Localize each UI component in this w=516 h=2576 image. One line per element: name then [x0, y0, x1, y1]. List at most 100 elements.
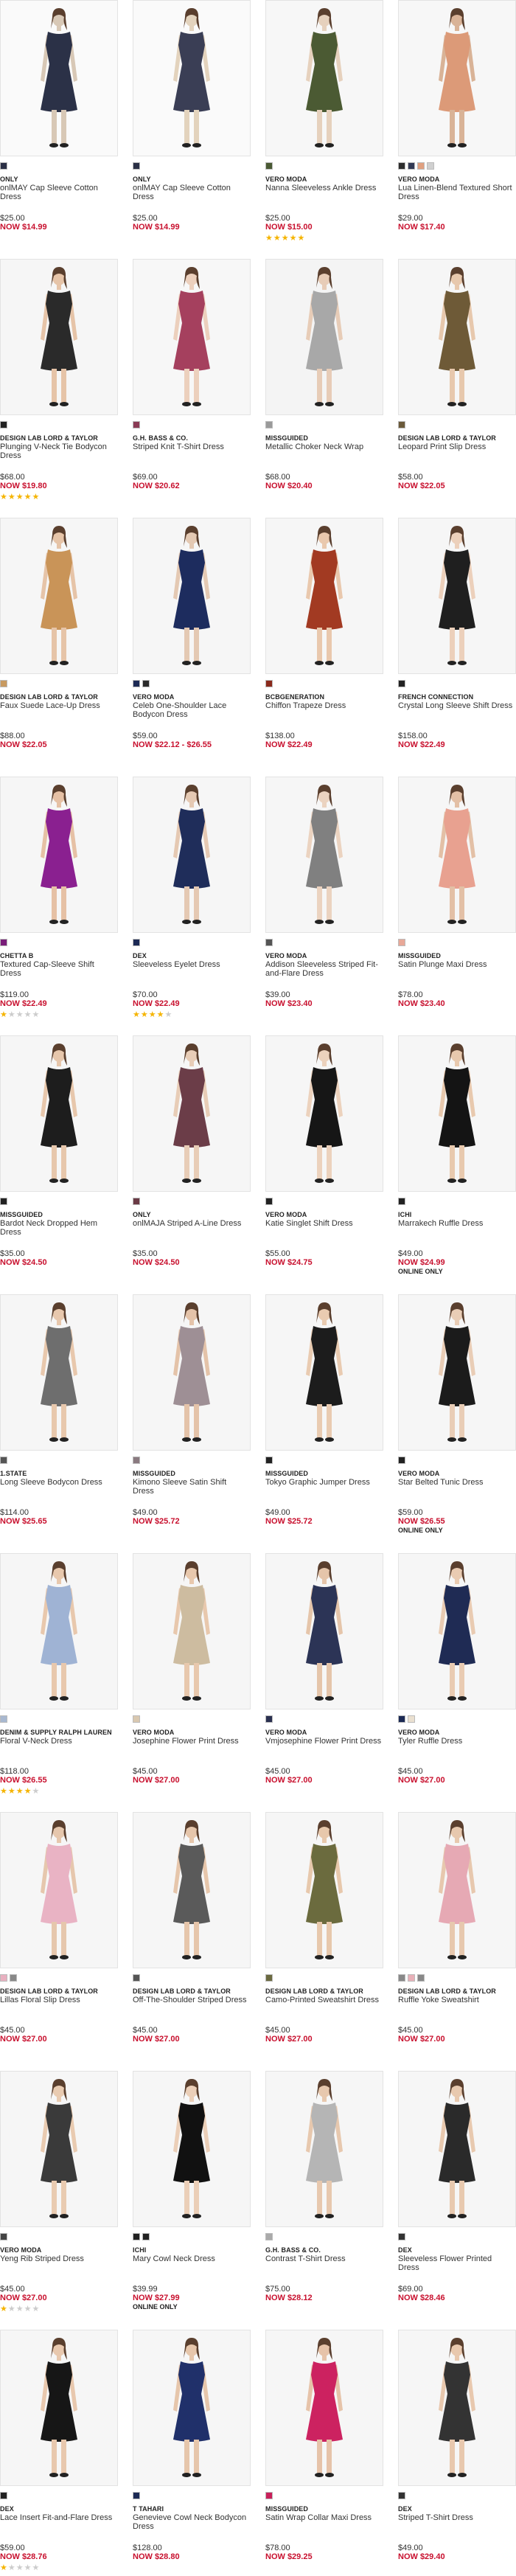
product-card[interactable]: VERO MODA Celeb One-Shoulder Lace Bodycon…: [133, 518, 251, 764]
product-image[interactable]: [265, 1812, 383, 1968]
product-card[interactable]: DEX Sleeveless Flower Printed Dress $69.00…: [398, 2071, 516, 2317]
product-image[interactable]: [398, 0, 516, 156]
product-card[interactable]: 1.STATE Long Sleeve Bodycon Dress $114.00 N…: [0, 1294, 118, 1541]
product-name-link[interactable]: Bardot Neck Dropped Hem Dress: [0, 1219, 116, 1237]
color-swatch[interactable]: [398, 1715, 405, 1723]
color-swatch[interactable]: [427, 162, 434, 170]
product-image[interactable]: [398, 259, 516, 415]
product-name-link[interactable]: Tokyo Graphic Jumper Dress: [265, 1478, 382, 1487]
product-image[interactable]: [398, 777, 516, 933]
product-name-link[interactable]: Vmjosephine Flower Print Dress: [265, 1737, 382, 1746]
color-swatch[interactable]: [417, 1974, 425, 1982]
product-card[interactable]: VERO MODA Josephine Flower Print Dress $45…: [133, 1553, 251, 1799]
color-swatch[interactable]: [0, 1457, 7, 1464]
product-image[interactable]: [0, 259, 118, 415]
product-card[interactable]: MISSGUIDED Satin Wrap Collar Maxi Dress $7…: [265, 2330, 383, 2576]
product-name-link[interactable]: Lua Linen-Blend Textured Short Dress: [398, 184, 515, 201]
product-name-link[interactable]: Kimono Sleeve Satin Shift Dress: [133, 1478, 249, 1496]
product-card[interactable]: VERO MODA Katie Singlet Shift Dress $55.00…: [265, 1035, 383, 1282]
color-swatch[interactable]: [133, 2233, 140, 2240]
color-swatch[interactable]: [265, 162, 273, 170]
product-name-link[interactable]: Nanna Sleeveless Ankle Dress: [265, 184, 382, 192]
color-swatch[interactable]: [265, 421, 273, 428]
product-name-link[interactable]: Genevieve Cowl Neck Bodycon Dress: [133, 2513, 249, 2531]
product-image[interactable]: [133, 259, 251, 415]
color-swatch[interactable]: [265, 939, 273, 946]
product-card[interactable]: ICHI Marrakech Ruffle Dress $49.00 NOW $24.…: [398, 1035, 516, 1282]
product-card[interactable]: DEX Striped T-Shirt Dress $49.00 NOW $29.40: [398, 2330, 516, 2576]
product-image[interactable]: [265, 777, 383, 933]
color-swatch[interactable]: [398, 2233, 405, 2240]
product-card[interactable]: ONLY onlMAY Cap Sleeve Cotton Dress $25.00…: [0, 0, 118, 246]
product-card[interactable]: VERO MODA Addison Sleeveless Striped Fit-…: [265, 777, 383, 1023]
product-image[interactable]: [265, 0, 383, 156]
color-swatch[interactable]: [265, 1715, 273, 1723]
product-image[interactable]: [265, 518, 383, 674]
product-name-link[interactable]: Long Sleeve Bodycon Dress: [0, 1478, 116, 1487]
color-swatch[interactable]: [265, 680, 273, 687]
product-name-link[interactable]: Striped Knit T-Shirt Dress: [133, 442, 249, 451]
product-name-link[interactable]: Leopard Print Slip Dress: [398, 442, 515, 451]
product-name-link[interactable]: Star Belted Tunic Dress: [398, 1478, 515, 1487]
product-image[interactable]: [133, 2071, 251, 2227]
color-swatch[interactable]: [133, 2492, 140, 2499]
product-image[interactable]: [265, 2071, 383, 2227]
product-name-link[interactable]: Sleeveless Eyelet Dress: [133, 960, 249, 969]
product-card[interactable]: VERO MODA Vmjosephine Flower Print Dress $…: [265, 1553, 383, 1799]
product-name-link[interactable]: Metallic Choker Neck Wrap: [265, 442, 382, 451]
color-swatch[interactable]: [398, 1974, 405, 1982]
product-image[interactable]: [0, 518, 118, 674]
product-card[interactable]: DESIGN LAB LORD & TAYLOR Lillas Floral Sl…: [0, 1812, 118, 2058]
product-name-link[interactable]: Satin Plunge Maxi Dress: [398, 960, 515, 969]
color-swatch[interactable]: [133, 1974, 140, 1982]
product-card[interactable]: MISSGUIDED Tokyo Graphic Jumper Dress $49.…: [265, 1294, 383, 1541]
color-swatch[interactable]: [408, 1974, 415, 1982]
product-card[interactable]: DEX Lace Insert Fit-and-Flare Dress $59.00…: [0, 2330, 118, 2576]
product-image[interactable]: [398, 2071, 516, 2227]
product-name-link[interactable]: Faux Suede Lace-Up Dress: [0, 701, 116, 710]
product-name-link[interactable]: Contrast T-Shirt Dress: [265, 2254, 382, 2263]
product-image[interactable]: [265, 2330, 383, 2486]
color-swatch[interactable]: [133, 162, 140, 170]
product-card[interactable]: MISSGUIDED Satin Plunge Maxi Dress $78.00 N…: [398, 777, 516, 1023]
color-swatch[interactable]: [398, 680, 405, 687]
product-image[interactable]: [133, 1553, 251, 1709]
color-swatch[interactable]: [0, 1974, 7, 1982]
color-swatch[interactable]: [133, 939, 140, 946]
product-card[interactable]: VERO MODA Star Belted Tunic Dress $59.00 NO…: [398, 1294, 516, 1541]
color-swatch[interactable]: [398, 2492, 405, 2499]
color-swatch[interactable]: [133, 1198, 140, 1205]
product-card[interactable]: DESIGN LAB LORD & TAYLOR Camo-Printed Swe…: [265, 1812, 383, 2058]
product-image[interactable]: [133, 1035, 251, 1192]
product-image[interactable]: [0, 2071, 118, 2227]
color-swatch[interactable]: [408, 162, 415, 170]
color-swatch[interactable]: [265, 2492, 273, 2499]
product-name-link[interactable]: Yeng Rib Striped Dress: [0, 2254, 116, 2263]
product-name-link[interactable]: Textured Cap-Sleeve Shift Dress: [0, 960, 116, 978]
product-image[interactable]: [398, 1553, 516, 1709]
color-swatch[interactable]: [265, 1974, 273, 1982]
product-name-link[interactable]: Crystal Long Sleeve Shift Dress: [398, 701, 515, 710]
color-swatch[interactable]: [133, 680, 140, 687]
product-image[interactable]: [0, 1035, 118, 1192]
product-name-link[interactable]: Camo-Printed Sweatshirt Dress: [265, 1996, 382, 2004]
product-card[interactable]: VERO MODA Lua Linen-Blend Textured Short …: [398, 0, 516, 246]
product-image[interactable]: [265, 1294, 383, 1451]
product-name-link[interactable]: Mary Cowl Neck Dress: [133, 2254, 249, 2263]
color-swatch[interactable]: [398, 1457, 405, 1464]
color-swatch[interactable]: [398, 162, 405, 170]
color-swatch[interactable]: [142, 2233, 150, 2240]
color-swatch[interactable]: [133, 1715, 140, 1723]
color-swatch[interactable]: [398, 939, 405, 946]
color-swatch[interactable]: [10, 1974, 17, 1982]
product-name-link[interactable]: onlMAJA Striped A-Line Dress: [133, 1219, 249, 1228]
product-image[interactable]: [133, 1294, 251, 1451]
product-card[interactable]: VERO MODA Nanna Sleeveless Ankle Dress $25…: [265, 0, 383, 246]
product-image[interactable]: [265, 1553, 383, 1709]
product-card[interactable]: VERO MODA Tyler Ruffle Dress $45.00 NOW $27…: [398, 1553, 516, 1799]
product-image[interactable]: [133, 518, 251, 674]
color-swatch[interactable]: [133, 421, 140, 428]
product-name-link[interactable]: Lillas Floral Slip Dress: [0, 1996, 116, 2004]
product-name-link[interactable]: Tyler Ruffle Dress: [398, 1737, 515, 1746]
product-image[interactable]: [398, 1035, 516, 1192]
